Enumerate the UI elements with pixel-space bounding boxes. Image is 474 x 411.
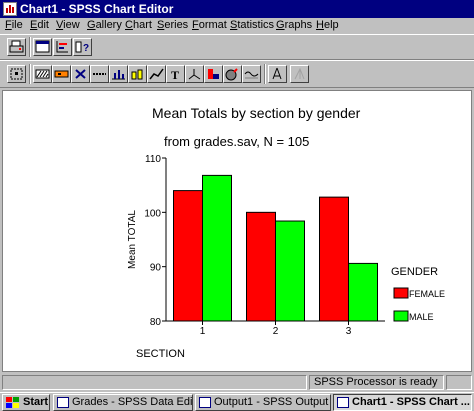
y-tick-label[interactable]: 110 — [145, 154, 161, 165]
output-viewer-icon — [199, 397, 211, 408]
y-tick-label[interactable]: 100 — [144, 208, 161, 219]
rotate-3d-button[interactable] — [185, 65, 204, 83]
bar-style-button[interactable] — [109, 65, 128, 83]
bar-chart[interactable]: 80 90 100 110 1 2 3 SECTION Mean TOTAL GENDER FEMA… — [3, 91, 471, 371]
bar-style-icon — [112, 70, 125, 80]
menu-statistics[interactable]: Statistics — [230, 19, 274, 31]
bar-label-icon — [131, 69, 143, 80]
menu-graphs[interactable]: Graphs — [276, 19, 312, 31]
go-to-data-button[interactable] — [53, 38, 72, 56]
color-icon — [54, 70, 69, 78]
print-button[interactable] — [7, 38, 26, 56]
chart-editor-icon — [337, 397, 349, 408]
main-toolbar: ? — [0, 34, 474, 60]
svg-text:?: ? — [83, 43, 89, 54]
interpolation-button[interactable] — [147, 65, 166, 83]
bar-female-section-2[interactable] — [246, 211, 276, 322]
windows-logo-icon — [6, 397, 19, 408]
taskbar-item-label: Output1 - SPSS Output Na... — [214, 396, 330, 408]
bar-female-section-3[interactable] — [319, 196, 349, 322]
toolbar-separator — [29, 37, 31, 57]
bar-male-section-3[interactable] — [348, 262, 378, 322]
data-editor-icon — [57, 397, 69, 408]
svg-text:T: T — [171, 68, 179, 81]
rotate-3d-icon — [188, 69, 201, 80]
bar-male-section-1[interactable] — [202, 174, 232, 322]
bar-female-section-1[interactable] — [173, 190, 203, 322]
help-button[interactable]: ? — [73, 38, 92, 56]
y-tick-label[interactable]: 90 — [150, 263, 162, 274]
taskbar-item-label: Chart1 - SPSS Chart ... — [352, 396, 470, 408]
chart-window-button[interactable] — [33, 38, 52, 56]
help-icon: ? — [75, 41, 89, 54]
color-button[interactable] — [52, 65, 71, 83]
point-select-button[interactable] — [7, 65, 26, 83]
start-button[interactable]: Start — [2, 394, 50, 411]
x-tick-label[interactable]: 2 — [273, 326, 279, 337]
y-tick-label[interactable]: 80 — [150, 317, 162, 328]
spin-button[interactable] — [268, 65, 287, 83]
format-toolbar: T — [0, 60, 474, 88]
x-tick-label[interactable]: 3 — [346, 326, 352, 337]
break-line-icon — [244, 71, 259, 79]
swap-axes-icon — [208, 69, 219, 79]
taskbar-item-data-editor[interactable]: Grades - SPSS Data Editor — [53, 394, 193, 411]
start-label: Start — [23, 396, 49, 408]
point-select-icon — [10, 68, 23, 80]
x-axis-label[interactable]: SECTION — [136, 348, 185, 360]
window-title: Chart1 - SPSS Chart Editor — [20, 2, 174, 16]
spin-icon — [272, 67, 282, 80]
taskbar-item-chart-editor[interactable]: Chart1 - SPSS Chart ... — [333, 394, 472, 411]
bar-male-section-2[interactable] — [275, 220, 305, 322]
legend-title[interactable]: GENDER — [391, 266, 438, 278]
menu-bar: File Edit View Gallery Chart Series Form… — [0, 18, 474, 34]
toolbar-separator — [29, 64, 31, 84]
status-panel-extra — [446, 375, 472, 390]
x-tick-label[interactable]: 1 — [200, 326, 206, 337]
menu-file[interactable]: File — [5, 19, 23, 31]
taskbar: Start Grades - SPSS Data Editor Output1 … — [0, 392, 474, 411]
legend-swatch-male[interactable] — [393, 310, 409, 322]
print-icon — [9, 40, 24, 53]
menu-edit[interactable]: Edit — [30, 19, 49, 31]
bar-label-button[interactable] — [128, 65, 147, 83]
legend-swatch-female[interactable] — [393, 287, 409, 299]
status-panel-empty — [2, 375, 307, 390]
status-bar: SPSS Processor is ready — [0, 374, 474, 392]
chart-window-icon — [35, 40, 50, 53]
taskbar-item-label: Grades - SPSS Data Editor — [72, 396, 193, 408]
fill-pattern-button[interactable] — [33, 65, 52, 83]
legend-label-male[interactable]: MALE — [409, 312, 434, 322]
title-bar: Chart1 - SPSS Chart Editor — [0, 0, 474, 18]
fill-pattern-icon — [35, 69, 50, 79]
explode-slice-button[interactable] — [223, 65, 242, 83]
break-line-button[interactable] — [242, 65, 261, 83]
text-icon: T — [171, 68, 179, 81]
drag-button[interactable] — [290, 65, 309, 83]
menu-gallery[interactable]: Gallery — [87, 19, 122, 31]
swap-axes-button[interactable] — [204, 65, 223, 83]
chart-canvas[interactable]: Mean Totals by section by gender from gr… — [2, 90, 472, 372]
interpolation-icon — [149, 68, 164, 80]
text-button[interactable]: T — [166, 65, 185, 83]
y-axis-label[interactable]: Mean TOTAL — [127, 210, 138, 269]
line-style-icon — [93, 73, 106, 75]
marker-button[interactable] — [71, 65, 90, 83]
menu-help[interactable]: Help — [316, 19, 339, 31]
menu-series[interactable]: Series — [157, 19, 188, 31]
drag-icon — [294, 67, 305, 80]
chart-app-icon — [3, 2, 17, 16]
line-style-button[interactable] — [90, 65, 109, 83]
legend-label-female[interactable]: FEMALE — [409, 289, 445, 299]
toolbar-separator — [264, 64, 266, 84]
marker-icon — [75, 69, 86, 79]
status-message: SPSS Processor is ready — [309, 375, 444, 390]
menu-format[interactable]: Format — [192, 19, 227, 31]
menu-chart[interactable]: Chart — [125, 19, 152, 31]
go-to-data-icon — [56, 41, 68, 53]
menu-view[interactable]: View — [56, 19, 80, 31]
explode-slice-icon — [225, 68, 238, 81]
taskbar-item-output[interactable]: Output1 - SPSS Output Na... — [195, 394, 331, 411]
